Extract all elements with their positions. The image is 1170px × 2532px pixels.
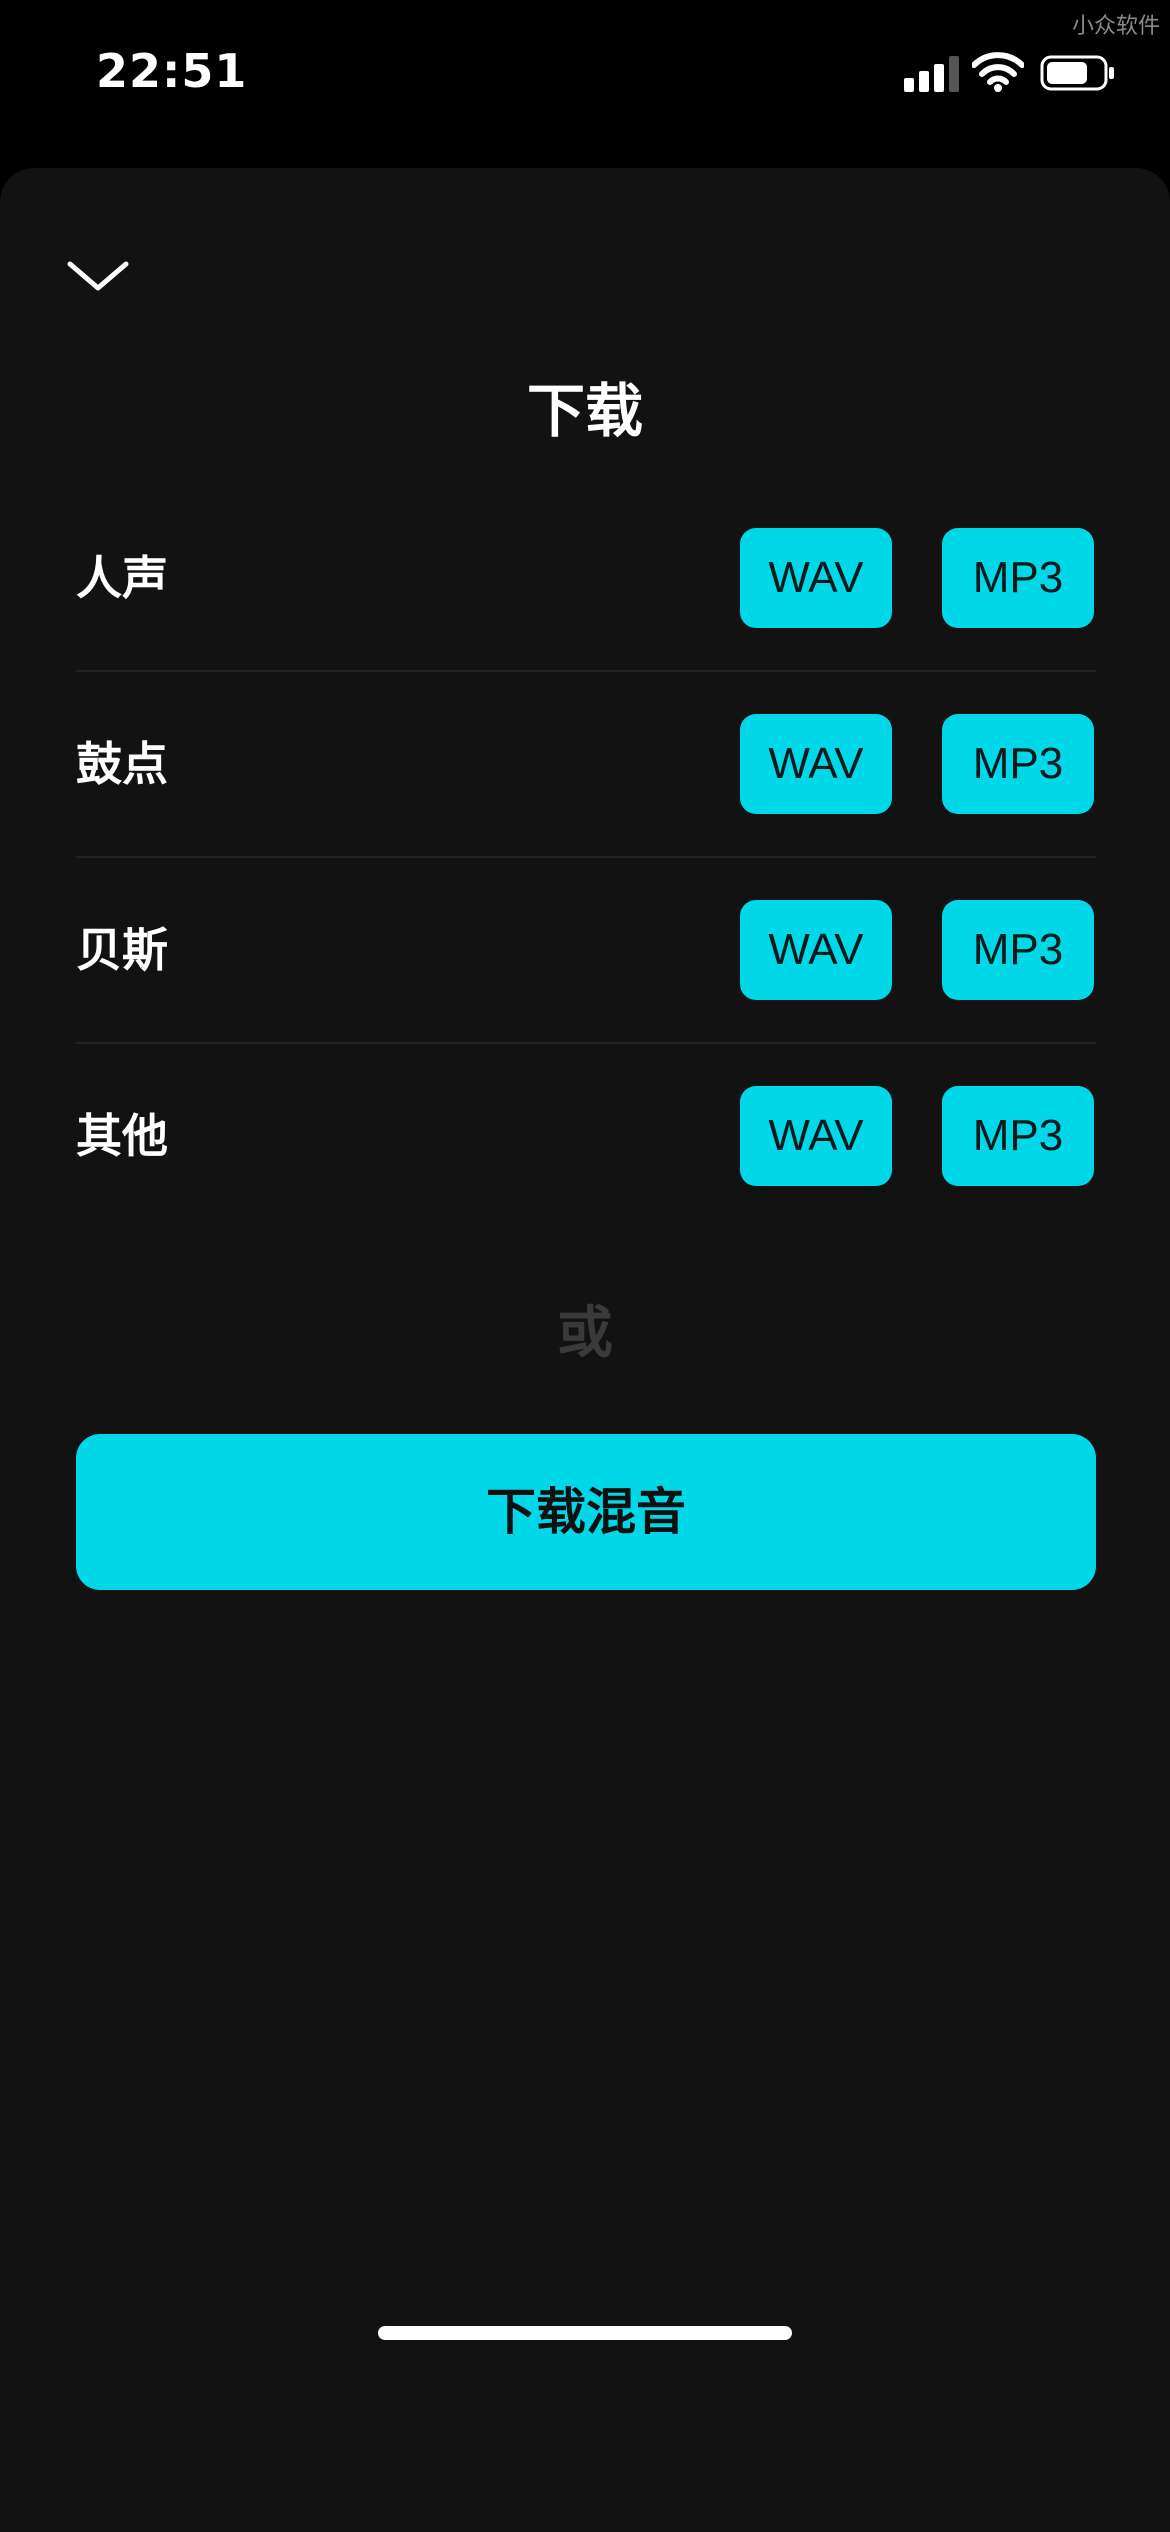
- mp3-button[interactable]: MP3: [942, 1086, 1094, 1186]
- track-label: 鼓点: [76, 737, 168, 791]
- battery-icon: [1040, 55, 1114, 91]
- track-label: 贝斯: [76, 923, 168, 977]
- sheet-title: 下载: [526, 377, 643, 445]
- wav-button[interactable]: WAV: [740, 714, 892, 814]
- track-label: 其他: [76, 1109, 168, 1163]
- home-indicator[interactable]: [378, 2326, 792, 2340]
- download-mix-button[interactable]: 下载混音: [76, 1434, 1096, 1590]
- wav-button[interactable]: WAV: [740, 1086, 892, 1186]
- wav-button[interactable]: WAV: [740, 900, 892, 1000]
- track-row-other: 其他 WAV MP3: [76, 1044, 1096, 1230]
- mp3-button[interactable]: MP3: [942, 528, 1094, 628]
- mp3-button[interactable]: MP3: [942, 714, 1094, 814]
- signal-icon: [904, 56, 959, 92]
- status-bar: 22:51 小众软件: [0, 0, 1170, 168]
- track-label: 人声: [76, 551, 168, 605]
- watermark: 小众软件: [1071, 14, 1160, 39]
- track-row-vocals: 人声 WAV MP3: [76, 486, 1096, 672]
- wifi-icon: [972, 52, 1024, 92]
- track-list: 人声 WAV MP3 鼓点 WAV MP3 贝斯 WAV MP3 其他 WAV …: [76, 486, 1096, 1230]
- track-row-drums: 鼓点 WAV MP3: [76, 672, 1096, 858]
- download-sheet: 下载 人声 WAV MP3 鼓点 WAV MP3 贝斯 WAV MP3 其他 W…: [0, 168, 1170, 2532]
- or-divider-label: 或: [557, 1301, 613, 1366]
- track-row-bass: 贝斯 WAV MP3: [76, 858, 1096, 1044]
- status-time: 22:51: [96, 44, 248, 98]
- wav-button[interactable]: WAV: [740, 528, 892, 628]
- chevron-down-icon[interactable]: [66, 256, 130, 296]
- mp3-button[interactable]: MP3: [942, 900, 1094, 1000]
